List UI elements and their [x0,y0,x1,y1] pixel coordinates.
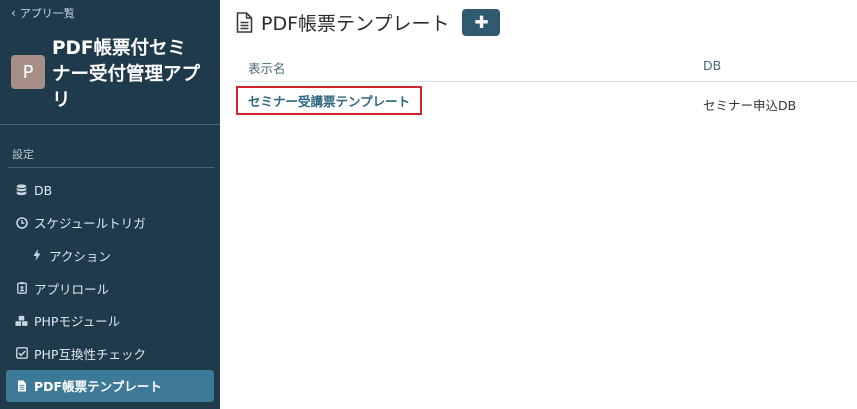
sidebar-item-action[interactable]: アクション [6,239,214,272]
sidebar-item-label: PHP互換性チェック [34,346,146,362]
sidebar-item-label: PHPモジュール [34,314,121,330]
check-square-icon [15,347,28,360]
cubes-icon [15,314,28,327]
table-header: 表示名 DB [234,52,857,82]
sidebar-item-label: アクション [49,248,111,264]
chevron-left-icon: ‹ [11,6,16,20]
table-row: セミナー受講票テンプレート セミナー申込DB [234,82,857,122]
app-header: P PDF帳票付セミナー受付管理アプリ [11,36,211,114]
clock-icon [15,216,28,229]
sidebar-nav: DB スケジュールトリガ アクション アプリロール PHPモジュール PHP互換… [6,174,214,403]
database-icon [15,184,28,197]
template-db-cell: セミナー申込DB [703,98,797,113]
badge-icon [15,282,28,295]
sidebar-item-schedule-trigger[interactable]: スケジュールトリガ [6,207,214,240]
template-name-link[interactable]: セミナー受講票テンプレート [236,86,423,115]
sidebar-item-label: アプリロール [34,281,110,297]
main-content: PDF帳票テンプレート ✚ 表示名 DB セミナー受講票テンプレート セミナー申… [220,0,857,409]
bolt-icon [30,249,43,262]
back-to-app-list-link[interactable]: ‹ アプリ一覧 [11,5,75,21]
settings-section-label: 設定 [12,148,34,161]
column-header-db[interactable]: DB [703,58,721,73]
sidebar-item-label: PDF帳票テンプレート [34,379,162,395]
sidebar-item-app-role[interactable]: アプリロール [6,272,214,305]
page-header: PDF帳票テンプレート ✚ [236,9,501,36]
sidebar-item-php-module[interactable]: PHPモジュール [6,304,214,337]
section-divider [8,167,214,168]
document-icon [15,379,28,392]
add-template-button[interactable]: ✚ [462,9,501,36]
sidebar-item-php-compat-check[interactable]: PHP互換性チェック [6,337,214,370]
sidebar-divider [0,124,220,125]
sidebar-item-pdf-template[interactable]: PDF帳票テンプレート [6,369,214,403]
sidebar: ‹ アプリ一覧 P PDF帳票付セミナー受付管理アプリ 設定 DB スケジュール… [0,0,220,409]
app-avatar: P [11,55,45,89]
plus-icon: ✚ [474,12,489,33]
back-link-label: アプリ一覧 [19,7,75,20]
template-table: 表示名 DB セミナー受講票テンプレート セミナー申込DB [234,52,857,122]
page-title: PDF帳票テンプレート [261,13,450,35]
sidebar-item-db[interactable]: DB [6,174,214,207]
app-title: PDF帳票付セミナー受付管理アプリ [52,38,201,111]
column-header-display-name[interactable]: 表示名 [248,58,286,77]
sidebar-item-label: DB [34,182,53,198]
document-icon [236,12,253,33]
sidebar-item-label: スケジュールトリガ [34,216,146,232]
